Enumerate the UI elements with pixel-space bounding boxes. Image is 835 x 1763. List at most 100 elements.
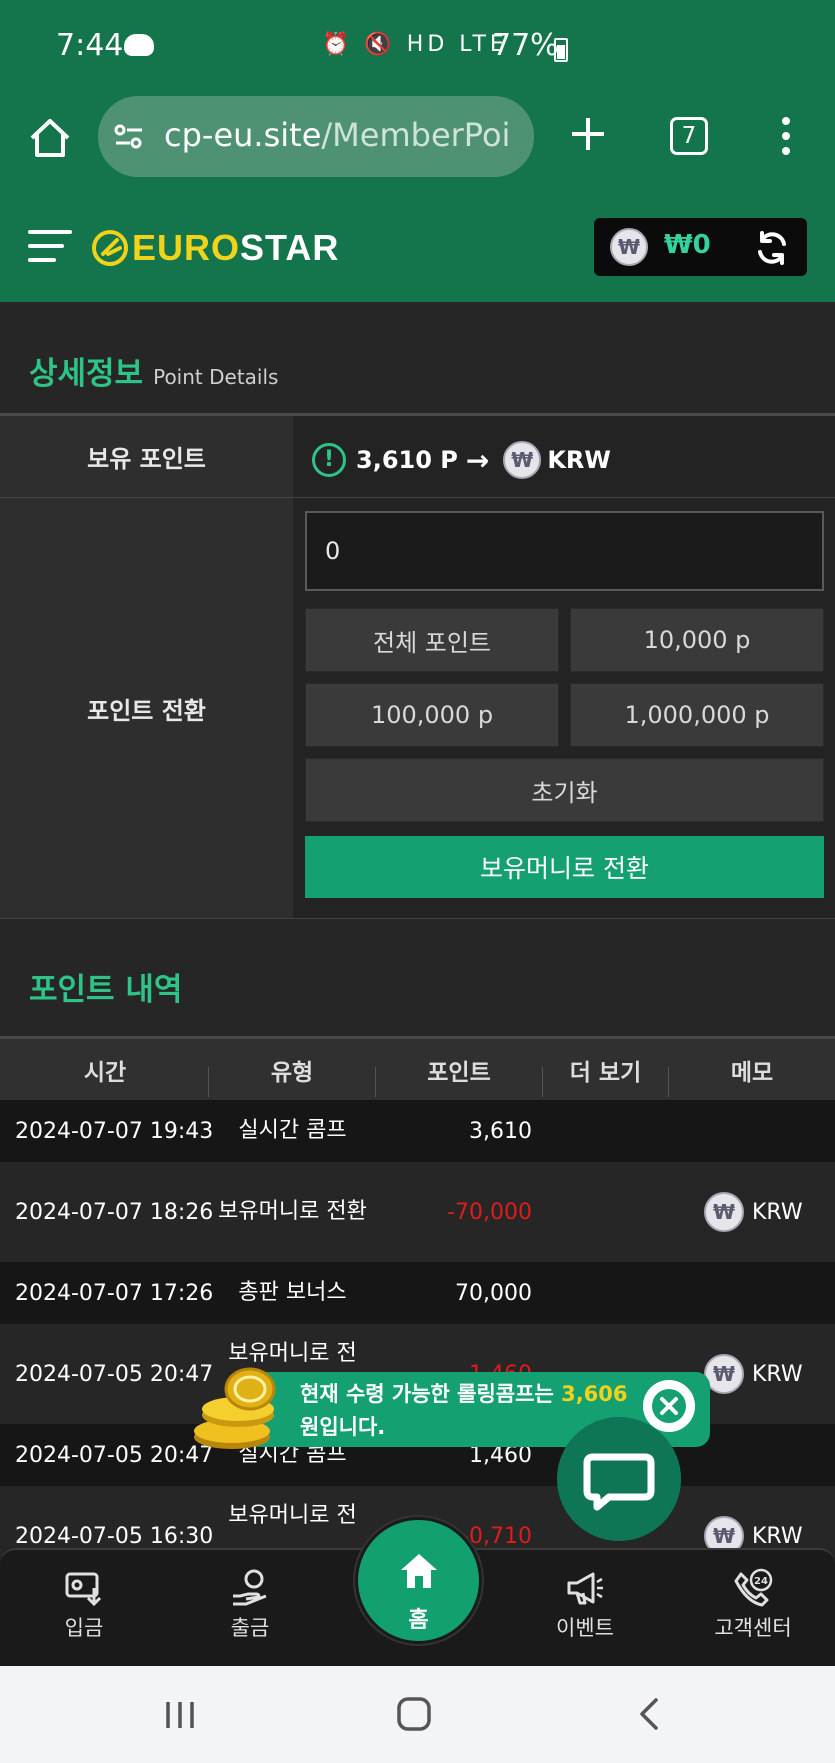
row-points: 3,610 bbox=[469, 1118, 532, 1144]
1000000-points-button[interactable]: 1,000,000 p bbox=[570, 683, 824, 747]
battery-percent: 77% bbox=[492, 28, 559, 63]
status-icons: ⏰ 🔇 HD LTE bbox=[322, 32, 508, 57]
won-coin-icon: ₩ bbox=[503, 441, 542, 479]
row-time: 2024-07-07 18:26 bbox=[15, 1199, 214, 1225]
nav-withdraw[interactable]: 출금 bbox=[190, 1560, 310, 1660]
withdraw-icon bbox=[233, 1569, 267, 1606]
site-logo[interactable]: EUROSTAR bbox=[90, 227, 340, 268]
svg-text:24: 24 bbox=[754, 1576, 768, 1587]
nav-home-label: 홈 bbox=[408, 1608, 429, 1633]
row-time: 2024-07-07 17:26 bbox=[15, 1280, 214, 1306]
row-memo: ₩ KRW bbox=[704, 1162, 803, 1262]
nav-withdraw-label: 출금 bbox=[230, 1616, 270, 1640]
home-icon bbox=[401, 1554, 437, 1588]
status-bar: 7:44 ⏰ 🔇 HD LTE 77% bbox=[0, 0, 835, 96]
nav-support[interactable]: 24 고객센터 bbox=[693, 1560, 813, 1660]
toast-amount: 3,606 bbox=[561, 1382, 628, 1406]
detail-subtitle: Point Details bbox=[153, 365, 279, 389]
held-points-value: 3,610 P bbox=[356, 446, 458, 474]
history-title: 포인트 내역 bbox=[29, 972, 183, 1008]
battery-icon bbox=[554, 38, 568, 62]
hamburger-menu-icon[interactable] bbox=[28, 224, 72, 268]
memo-text: KRW bbox=[752, 1523, 803, 1549]
balance-value: ₩0 bbox=[664, 230, 711, 260]
balance-widget: ₩ ₩0 bbox=[594, 218, 807, 276]
browser-toolbar: cp-eu.site/MemberPoi 7 bbox=[0, 96, 835, 196]
nav-deposit-label: 입금 bbox=[64, 1616, 104, 1640]
won-coin-icon: ₩ bbox=[704, 1516, 744, 1548]
col-points: 포인트 bbox=[427, 1059, 491, 1086]
row-type: 보유머니로 전환 bbox=[218, 1199, 367, 1224]
row-time: 2024-07-07 19:43 bbox=[15, 1118, 214, 1144]
won-coin-icon: ₩ bbox=[704, 1192, 744, 1232]
won-coin-icon: ₩ bbox=[610, 228, 648, 266]
table-row: 2024-07-07 18:26 보유머니로 전환 -70,000 ₩ KRW bbox=[0, 1162, 835, 1262]
row-type: 보유머니로 전 bbox=[228, 1503, 357, 1528]
row-points: 70,000 bbox=[455, 1280, 532, 1306]
target-currency: KRW bbox=[547, 446, 611, 474]
col-time: 시간 bbox=[83, 1059, 127, 1086]
more-menu-icon[interactable] bbox=[780, 116, 792, 156]
detail-title-text: 상세정보 bbox=[29, 356, 144, 392]
tab-switcher-button[interactable]: 7 bbox=[670, 117, 708, 155]
row-time: 2024-07-05 16:30 bbox=[15, 1523, 214, 1549]
row-memo: ₩ KRW bbox=[704, 1486, 803, 1548]
site-header: EUROSTAR ₩ ₩0 bbox=[0, 196, 835, 302]
url-path: /MemberPoi bbox=[321, 116, 511, 154]
held-points-info: ! 3,610 P → ₩ KRW bbox=[312, 440, 611, 480]
status-time: 7:44 bbox=[56, 28, 124, 63]
nav-event[interactable]: 이벤트 bbox=[525, 1560, 645, 1660]
col-more: 더 보기 bbox=[569, 1059, 642, 1086]
nav-event-label: 이벤트 bbox=[556, 1616, 614, 1640]
all-points-button[interactable]: 전체 포인트 bbox=[305, 608, 559, 672]
row-type: 총판 보너스 bbox=[238, 1280, 347, 1305]
row-time: 2024-07-05 20:47 bbox=[15, 1442, 214, 1468]
back-icon[interactable] bbox=[634, 1696, 664, 1732]
logo-mark-icon bbox=[92, 230, 128, 266]
col-memo: 메모 bbox=[730, 1059, 774, 1086]
exclamation-icon: ! bbox=[312, 443, 346, 477]
row-points: -70,000 bbox=[447, 1199, 532, 1225]
new-tab-icon[interactable] bbox=[568, 114, 608, 154]
nav-support-label: 고객센터 bbox=[714, 1616, 792, 1640]
nav-home-button[interactable]: 홈 bbox=[355, 1517, 482, 1644]
detail-title: 상세정보 Point Details bbox=[29, 348, 278, 393]
chat-icon[interactable] bbox=[557, 1417, 681, 1541]
memo-text: KRW bbox=[752, 1361, 803, 1387]
point-amount-input[interactable] bbox=[305, 511, 824, 591]
reset-button[interactable]: 초기화 bbox=[305, 758, 824, 822]
logo-euro-text: EURO bbox=[132, 227, 241, 268]
refresh-icon[interactable] bbox=[754, 230, 790, 266]
memo-text: KRW bbox=[752, 1199, 803, 1225]
row-type: 실시간 콤프 bbox=[238, 1118, 347, 1143]
megaphone-icon bbox=[567, 1572, 603, 1605]
10000-points-button[interactable]: 10,000 p bbox=[570, 608, 824, 672]
table-row: 2024-07-07 19:43 실시간 콤프 3,610 bbox=[0, 1100, 835, 1162]
site-settings-icon[interactable] bbox=[114, 124, 144, 150]
browser-home-icon[interactable] bbox=[28, 116, 72, 160]
col-type: 유형 bbox=[270, 1059, 314, 1086]
close-icon[interactable] bbox=[643, 1380, 695, 1432]
row-time: 2024-07-05 20:47 bbox=[15, 1361, 214, 1387]
url-text[interactable]: cp-eu.site/MemberPoi bbox=[164, 116, 519, 154]
convert-to-money-button[interactable]: 보유머니로 전환 bbox=[305, 836, 824, 898]
logo-star-text: STAR bbox=[240, 227, 340, 268]
url-host: cp-eu.site bbox=[164, 116, 322, 154]
recent-apps-icon[interactable] bbox=[163, 1698, 197, 1732]
toast-text-after: 원입니다. bbox=[300, 1415, 386, 1439]
table-row: 2024-07-07 17:26 총판 보너스 70,000 bbox=[0, 1262, 835, 1324]
address-bar[interactable]: cp-eu.site/MemberPoi bbox=[98, 96, 534, 177]
history-table-header: 시간 유형 포인트 더 보기 메모 bbox=[0, 1036, 835, 1100]
100000-points-button[interactable]: 100,000 p bbox=[305, 683, 559, 747]
system-home-icon[interactable] bbox=[396, 1696, 432, 1732]
won-coin-icon: ₩ bbox=[704, 1354, 744, 1394]
cloud-icon bbox=[124, 34, 154, 56]
nav-deposit[interactable]: 입금 bbox=[24, 1560, 144, 1660]
row-divider bbox=[0, 918, 835, 919]
conversion-label: 포인트 전환 bbox=[0, 498, 293, 918]
row-memo: ₩ KRW bbox=[704, 1324, 803, 1424]
gold-coins-icon bbox=[194, 1367, 276, 1449]
deposit-icon bbox=[65, 1572, 102, 1607]
arrow-right-icon: → bbox=[465, 443, 490, 477]
toast-text-before: 현재 수령 가능한 롤링콤프는 bbox=[300, 1382, 562, 1406]
